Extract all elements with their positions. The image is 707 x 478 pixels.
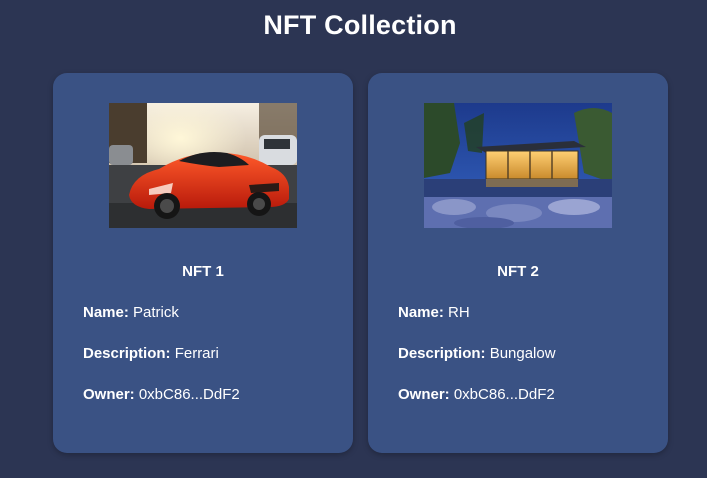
nft-collection-page: NFT Collection NFT 1 Name: Patrick Descr… xyxy=(0,0,707,478)
nft-name-row: Name: Patrick xyxy=(83,304,179,321)
owner-label: Owner: xyxy=(398,386,454,403)
page-title: NFT Collection xyxy=(263,10,457,40)
nft-description-row: Description: Ferrari xyxy=(83,345,219,362)
nft-card-1: NFT 1 Name: Patrick Description: Ferrari… xyxy=(53,73,353,453)
nft-card-title: NFT 2 xyxy=(497,263,539,280)
name-value: RH xyxy=(448,304,470,321)
name-value: Patrick xyxy=(133,304,179,321)
name-label: Name: xyxy=(83,304,134,321)
bungalow-night-image xyxy=(424,103,612,228)
owner-label: Owner: xyxy=(83,386,139,403)
description-label: Description: xyxy=(398,345,490,362)
description-value: Ferrari xyxy=(174,345,219,362)
description-value: Bungalow xyxy=(489,345,556,362)
red-sports-car-image xyxy=(109,103,297,228)
nft-description-row: Description: Bungalow xyxy=(398,345,556,362)
owner-value: 0xbC86...DdF2 xyxy=(138,386,240,403)
owner-value: 0xbC86...DdF2 xyxy=(453,386,555,403)
nft-image-bungalow xyxy=(424,103,612,228)
nft-card-2: NFT 2 Name: RH Description: Bungalow Own… xyxy=(368,73,668,453)
nft-image-ferrari xyxy=(109,103,297,228)
description-label: Description: xyxy=(83,345,175,362)
nft-owner-row: Owner: 0xbC86...DdF2 xyxy=(398,386,555,403)
nft-card-title: NFT 1 xyxy=(182,263,224,280)
name-label: Name: xyxy=(398,304,449,321)
nft-owner-row: Owner: 0xbC86...DdF2 xyxy=(83,386,240,403)
nft-name-row: Name: RH xyxy=(398,304,470,321)
